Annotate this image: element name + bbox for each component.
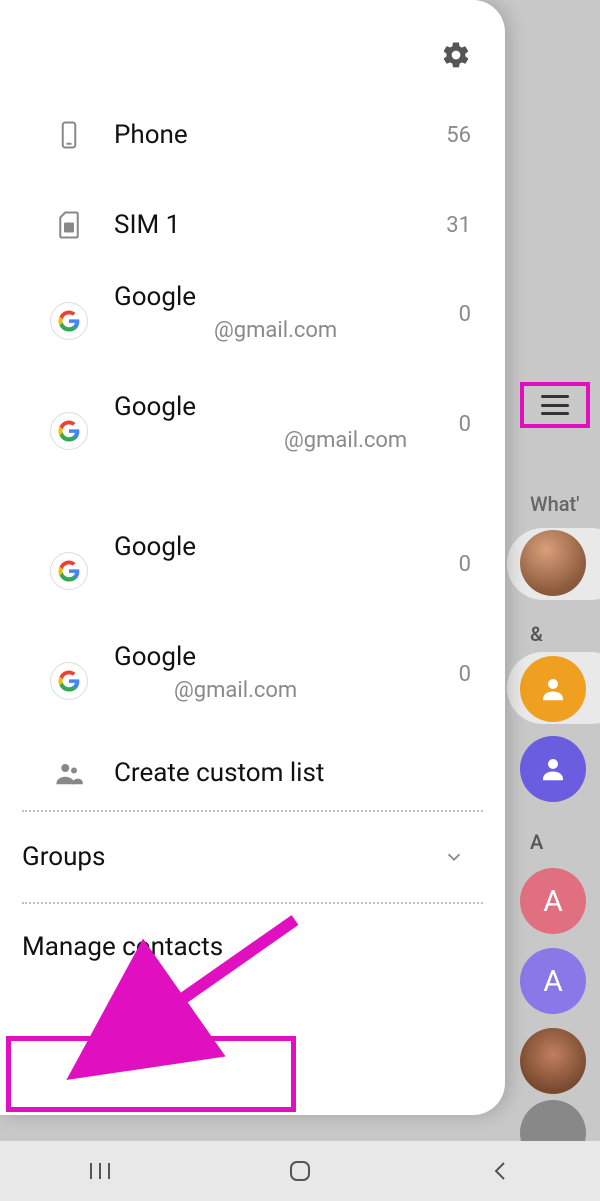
- whats-new-label: What': [530, 492, 580, 516]
- contact-count: 0: [459, 302, 471, 327]
- section-header-a: A: [530, 830, 543, 854]
- source-email: @gmail.com: [114, 678, 449, 703]
- avatar[interactable]: [520, 656, 586, 722]
- source-title: Phone: [114, 120, 436, 150]
- source-phone[interactable]: Phone 56: [0, 90, 505, 180]
- avatar[interactable]: A: [520, 868, 586, 934]
- source-email: @gmail.com: [114, 318, 449, 343]
- contact-count: 56: [446, 123, 471, 148]
- groups-row[interactable]: Groups: [0, 812, 505, 902]
- source-google-account[interactable]: Google @gmail.com 0: [0, 380, 505, 520]
- chevron-down-icon: [443, 846, 465, 868]
- avatar[interactable]: [520, 530, 586, 596]
- source-sim[interactable]: SIM 1 31: [0, 180, 505, 270]
- drawer-header: [0, 20, 505, 90]
- google-icon: [50, 662, 88, 700]
- source-google-account[interactable]: Google @gmail.com 0: [0, 270, 505, 380]
- source-title: Google: [114, 642, 449, 672]
- android-nav-bar: [0, 1141, 600, 1201]
- people-icon: [50, 754, 88, 792]
- source-title: SIM 1: [114, 210, 436, 240]
- contact-count: 31: [446, 213, 471, 238]
- settings-icon[interactable]: [441, 40, 471, 70]
- sim-icon: [50, 206, 88, 244]
- source-google-account[interactable]: Google @gmail.com 0: [0, 630, 505, 740]
- groups-label: Groups: [22, 842, 105, 872]
- contact-count: 0: [459, 412, 471, 437]
- create-custom-list[interactable]: Create custom list: [0, 740, 505, 810]
- section-header-amp: &: [530, 622, 543, 646]
- source-title: Google: [114, 282, 449, 312]
- create-custom-list-label: Create custom list: [114, 758, 471, 788]
- avatar-initial: A: [543, 964, 563, 999]
- recent-apps-button[interactable]: [80, 1151, 120, 1191]
- source-email: @gmail.com: [114, 428, 449, 453]
- phone-icon: [50, 116, 88, 154]
- avatar-initial: A: [543, 884, 563, 919]
- contact-count: 0: [459, 662, 471, 687]
- source-title: Google: [114, 392, 449, 422]
- home-button[interactable]: [280, 1151, 320, 1191]
- hamburger-menu-highlight: [520, 382, 590, 428]
- avatar[interactable]: A: [520, 948, 586, 1014]
- google-icon: [50, 552, 88, 590]
- avatar[interactable]: [520, 736, 586, 802]
- source-google-account[interactable]: Google 0: [0, 520, 505, 630]
- manage-contacts-label: Manage contacts: [22, 932, 223, 962]
- side-drawer: Phone 56 SIM 1 31 Google @gmail.com 0 Go…: [0, 0, 505, 1115]
- avatar[interactable]: [520, 1028, 586, 1094]
- google-icon: [50, 302, 88, 340]
- contact-count: 0: [459, 552, 471, 577]
- manage-contacts[interactable]: Manage contacts: [0, 904, 505, 986]
- back-button[interactable]: [480, 1151, 520, 1191]
- hamburger-menu-icon[interactable]: [541, 395, 569, 415]
- google-icon: [50, 412, 88, 450]
- source-title: Google: [114, 532, 449, 562]
